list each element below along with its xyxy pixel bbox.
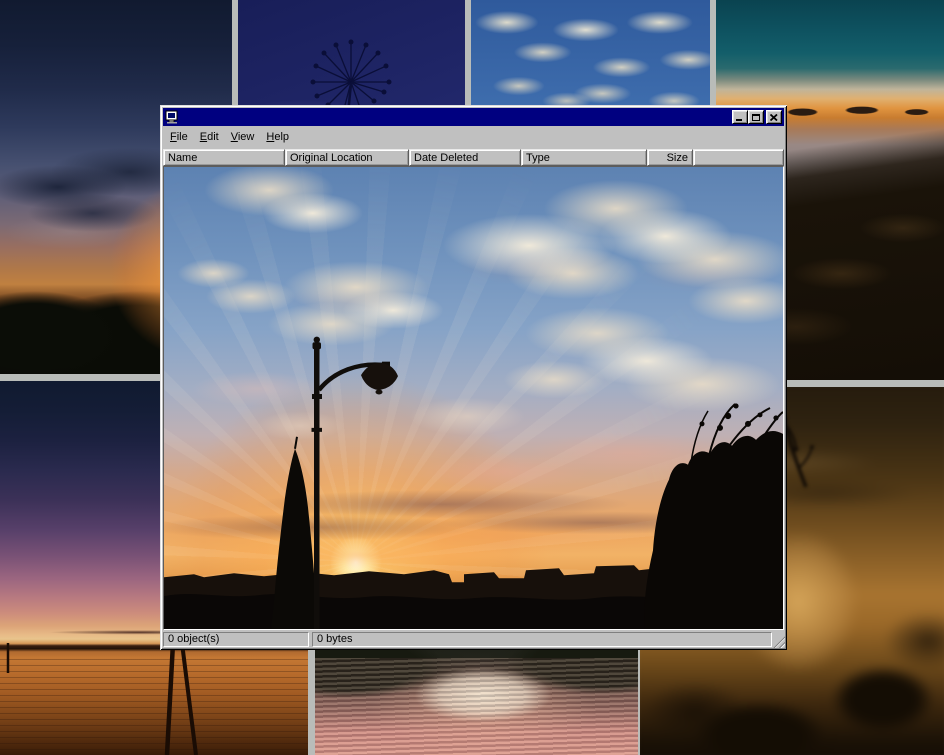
column-header-size[interactable]: Size: [647, 149, 693, 166]
column-header-name[interactable]: Name: [163, 149, 285, 166]
minimize-button[interactable]: [732, 110, 748, 124]
column-header-type[interactable]: Type: [521, 149, 647, 166]
right-tree-leaves: [700, 403, 779, 430]
column-header-date-deleted[interactable]: Date Deleted: [409, 149, 521, 166]
menu-file[interactable]: File: [164, 129, 194, 147]
status-byte-count: 0 bytes: [312, 632, 772, 647]
right-tree-silhouette: [644, 431, 783, 629]
photo-silhouettes: [164, 167, 783, 629]
cypress-tree-silhouette: [271, 449, 318, 629]
resize-grip[interactable]: [772, 635, 785, 648]
file-list-area[interactable]: [163, 166, 784, 630]
minimize-icon: [736, 119, 742, 121]
titlebar[interactable]: [163, 108, 784, 126]
maximize-icon: [752, 114, 760, 121]
menu-edit[interactable]: Edit: [194, 129, 225, 147]
maximize-button[interactable]: [748, 110, 764, 124]
titlebar-buttons: [732, 110, 782, 124]
close-button[interactable]: [766, 110, 782, 124]
recycle-bin-window: File Edit View Help Name Original Locati…: [160, 105, 787, 650]
column-header-extra[interactable]: [693, 149, 784, 166]
sunset-lamp-photo: [164, 167, 783, 629]
menu-bar: File Edit View Help: [163, 126, 784, 149]
status-bar: 0 object(s) 0 bytes: [163, 630, 784, 647]
menu-view[interactable]: View: [225, 129, 261, 147]
column-header-original-location[interactable]: Original Location: [285, 149, 409, 166]
close-icon: [770, 114, 778, 121]
window-icon: [165, 110, 179, 124]
status-object-count: 0 object(s): [163, 632, 309, 647]
menu-help[interactable]: Help: [260, 129, 295, 147]
column-headers: Name Original Location Date Deleted Type…: [163, 149, 784, 166]
